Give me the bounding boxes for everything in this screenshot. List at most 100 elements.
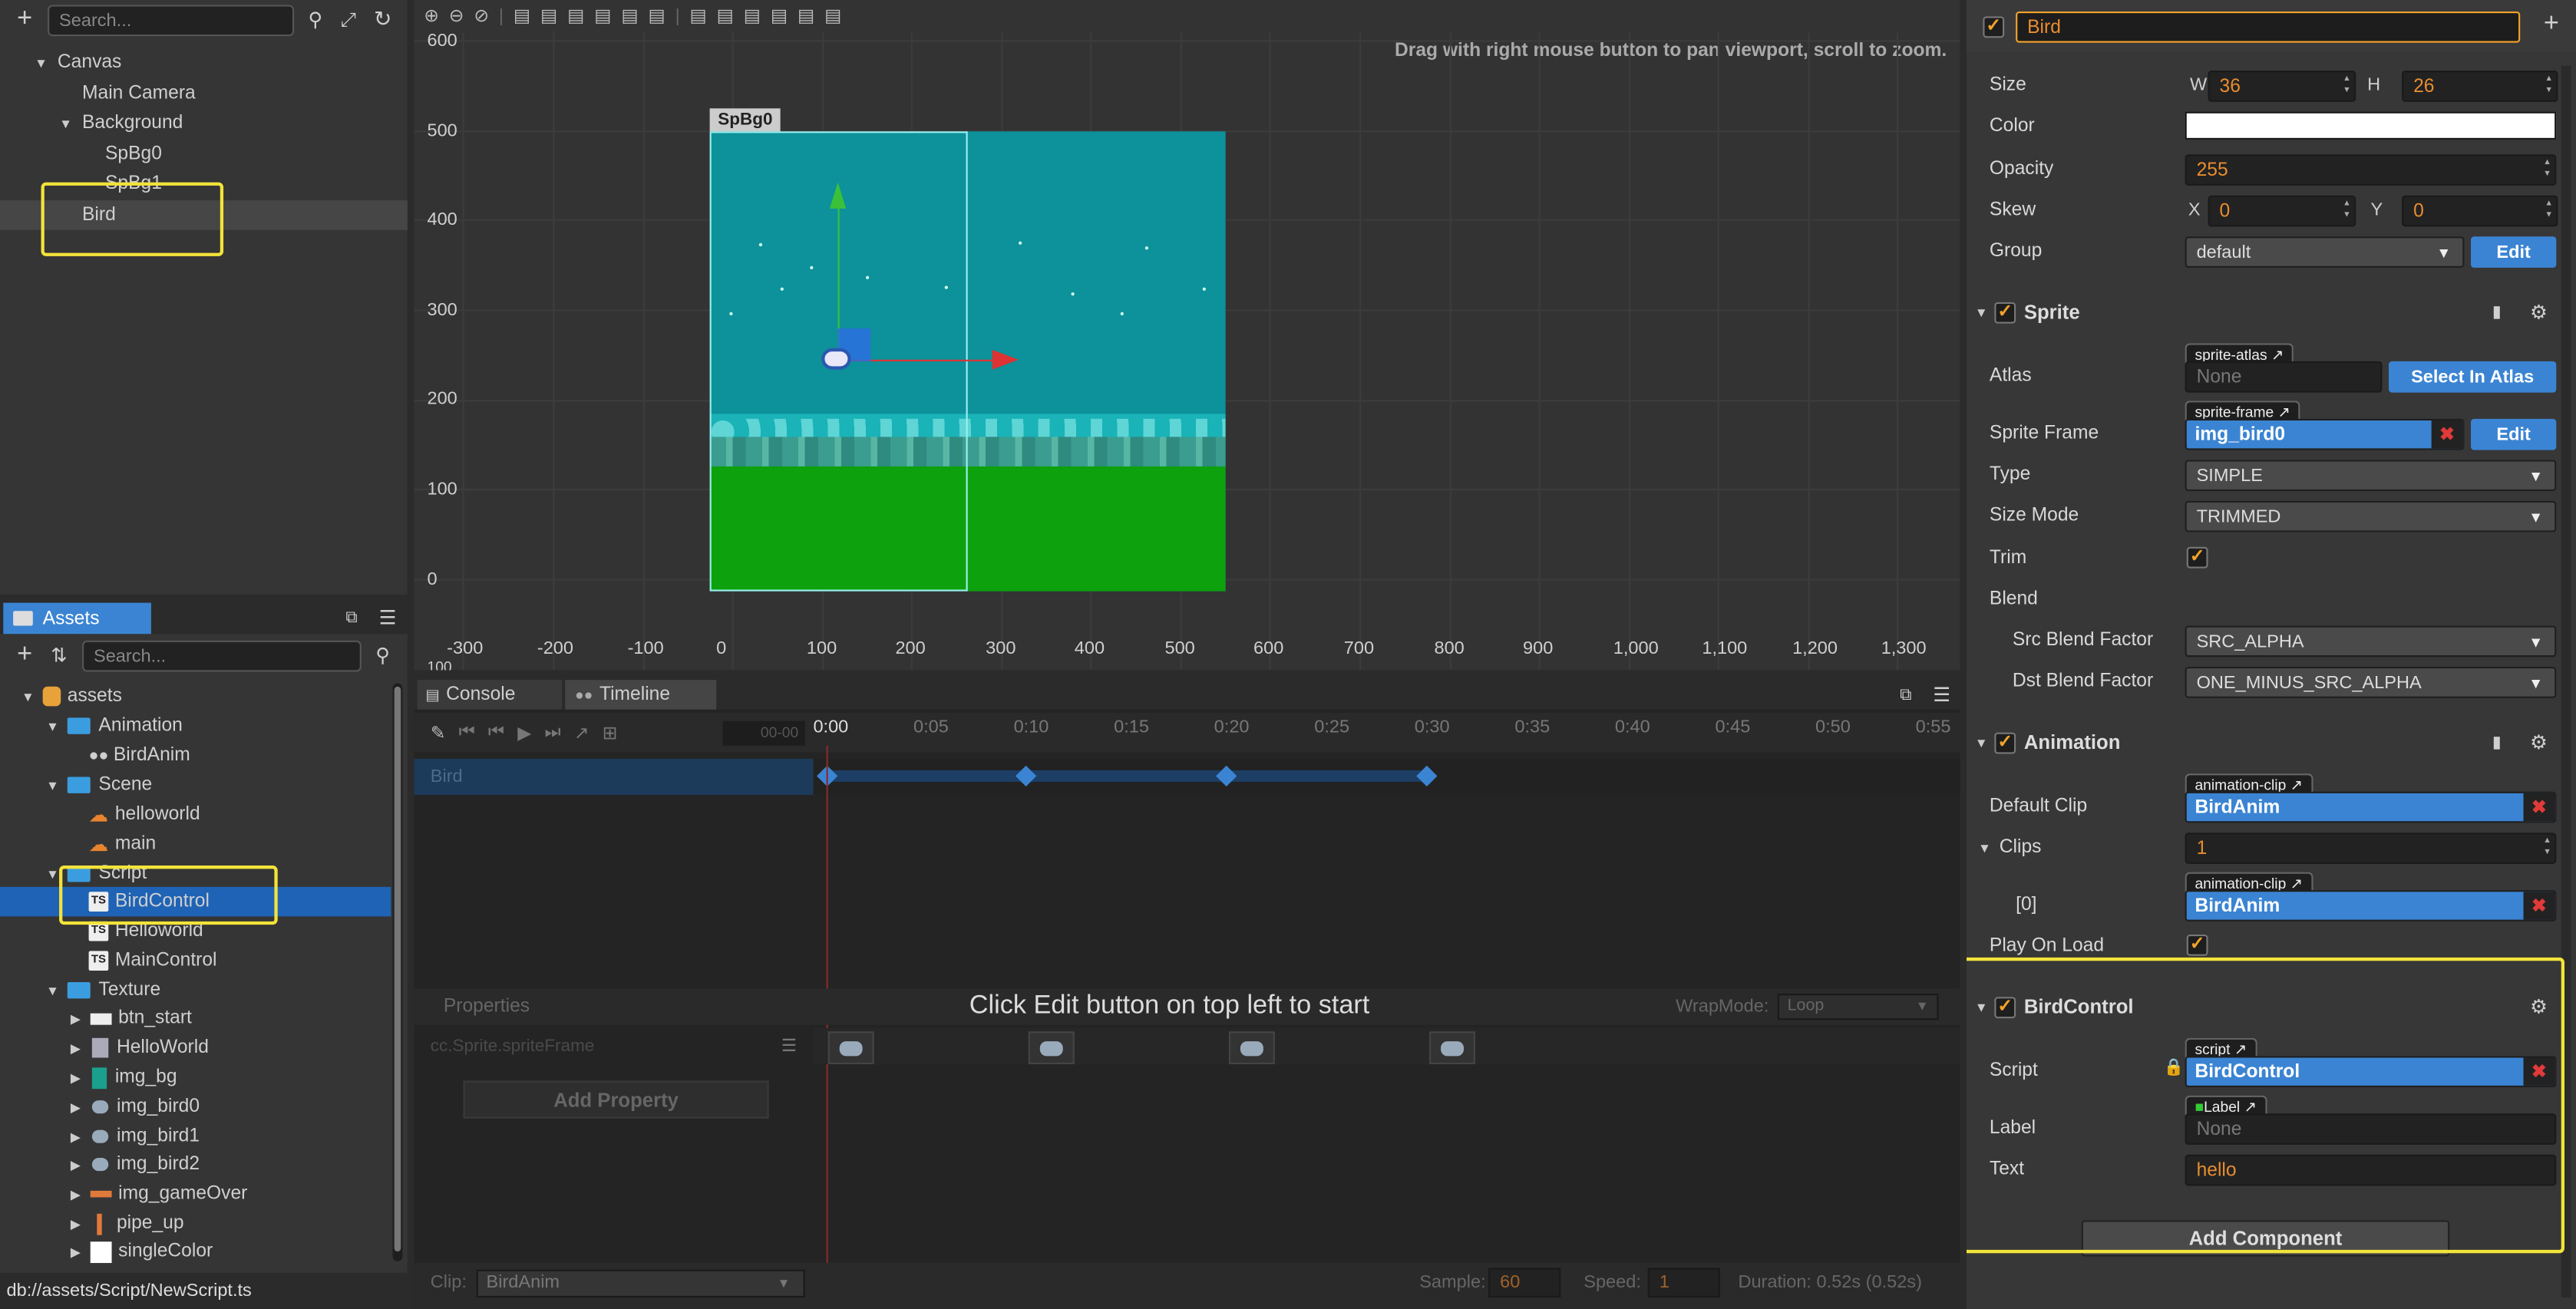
expand-arrow-icon[interactable]: ▶ — [68, 1157, 84, 1172]
help-book-icon[interactable]: ▮ — [2492, 303, 2502, 321]
clip-select[interactable]: BirdAnim ▼ — [476, 1269, 805, 1297]
next-frame-icon[interactable]: ⏭ — [545, 722, 561, 744]
tab-console[interactable]: ▤ Console — [417, 680, 562, 710]
maximize-icon[interactable]: ⧉ — [342, 606, 362, 629]
clear-icon[interactable]: ✖ — [2431, 420, 2463, 449]
expand-arrow-icon[interactable]: ▶ — [68, 1011, 84, 1025]
clear-icon[interactable]: ✖ — [2523, 793, 2555, 822]
node-name-input[interactable]: Bird — [2016, 11, 2521, 43]
tab-timeline[interactable]: ●● Timeline — [565, 680, 717, 710]
add-node-button[interactable]: + — [12, 5, 38, 35]
dst-blend-select[interactable]: ONE_MINUS_SRC_ALPHA ▼ — [2185, 667, 2557, 698]
tree-node-bird[interactable]: Bird — [0, 200, 408, 230]
expand-arrow-icon[interactable]: ▶ — [68, 1070, 84, 1085]
search-icon[interactable]: ⚲ — [304, 7, 327, 33]
expand-arrow-icon[interactable]: ▼ — [45, 718, 61, 733]
tree-node-spbg1[interactable]: SpBg1 — [0, 169, 408, 199]
menu-icon[interactable]: ☰ — [378, 606, 398, 629]
maximize-icon[interactable]: ⧉ — [1896, 683, 1916, 706]
scene-panel[interactable]: ⊕ ⊖ ⊘ | ▤ ▤ ▤ ▤ ▤ ▤ | ▤ ▤ ▤ ▤ ▤ ▤ Drag w… — [414, 0, 1960, 671]
asset-item[interactable]: ▶ img_bg — [0, 1063, 408, 1093]
label-ref-field[interactable]: None — [2185, 1113, 2557, 1145]
expand-arrow-icon[interactable]: ▼ — [1977, 841, 1993, 856]
time-ruler[interactable] — [813, 712, 1960, 753]
asset-item-selected[interactable]: TS BirdControl — [0, 886, 391, 917]
tree-node-background[interactable]: ▼ Background — [0, 108, 408, 138]
tree-node-main-camera[interactable]: Main Camera — [0, 79, 408, 109]
sprite-enabled-checkbox[interactable]: ✓ — [1994, 301, 2016, 323]
clips-count-input[interactable]: 1 ▲ ▼ — [2185, 833, 2557, 864]
asset-item[interactable]: ☁ main — [0, 829, 408, 859]
asset-item[interactable]: ●● BirdAnim — [0, 740, 408, 770]
asset-item[interactable]: ▶ img_bird0 — [0, 1092, 408, 1122]
asset-item[interactable]: ☁ helloworld — [0, 800, 408, 829]
frame-thumb[interactable] — [1228, 1031, 1275, 1065]
animation-component-header[interactable]: ▼ ✓ Animation ▮ ⚙ — [1967, 724, 2576, 760]
opacity-input[interactable]: 255 ▲ ▼ — [2185, 154, 2557, 186]
stepper-icon[interactable]: ▲ ▼ — [2545, 74, 2553, 97]
collapse-arrow-icon[interactable]: ▼ — [1973, 305, 1990, 319]
add-keyframe-icon[interactable]: ⊞ — [603, 722, 618, 744]
group-select[interactable]: default ▼ — [2185, 236, 2465, 268]
bird-sprite[interactable] — [821, 348, 851, 370]
gear-icon[interactable]: ⚙ — [2530, 995, 2548, 1018]
animation-enabled-checkbox[interactable]: ✓ — [1994, 731, 2016, 753]
menu-icon[interactable]: ☰ — [1932, 683, 1952, 706]
expand-arrow-icon[interactable]: ▼ — [45, 866, 61, 881]
stepper-icon[interactable]: ▲ ▼ — [2343, 74, 2351, 97]
expand-arrow-icon[interactable]: ▼ — [45, 778, 61, 793]
expand-arrow-icon[interactable]: ▼ — [20, 689, 36, 704]
skew-y-input[interactable]: 0 ▲ ▼ — [2402, 195, 2558, 227]
collapse-arrow-icon[interactable]: ▼ — [1973, 999, 1990, 1014]
track-row[interactable]: Bird — [414, 758, 814, 796]
expand-arrow-icon[interactable]: ▶ — [68, 1100, 84, 1114]
trim-checkbox[interactable]: ✓ — [2186, 546, 2208, 569]
expand-arrow-icon[interactable]: ▶ — [68, 1187, 84, 1202]
asset-item[interactable]: ▼ assets — [0, 681, 408, 711]
frame-thumb[interactable] — [1429, 1031, 1475, 1065]
assets-search-input[interactable]: Search... — [82, 640, 362, 672]
speed-input[interactable]: 1 — [1647, 1268, 1720, 1297]
asset-item[interactable]: ▶ img_bird2 — [0, 1149, 408, 1179]
prev-frame-icon[interactable]: ⏮ — [488, 722, 504, 744]
asset-item[interactable]: ▶ singleColor — [0, 1237, 408, 1267]
asset-item[interactable]: TS MainControl — [0, 946, 408, 976]
expand-arrow-icon[interactable]: ▼ — [45, 983, 61, 997]
gear-icon[interactable]: ⚙ — [2530, 731, 2548, 754]
expand-icon[interactable]: ⤢ — [337, 7, 360, 33]
property-row[interactable]: cc.Sprite.spriteFrame ☰ — [414, 1027, 814, 1065]
asset-item[interactable]: ▶ btn_start — [0, 1004, 408, 1034]
scrollbar[interactable] — [2561, 65, 2571, 1297]
add-asset-button[interactable]: + — [12, 641, 38, 671]
add-icon[interactable]: + — [2540, 10, 2563, 40]
expand-arrow-icon[interactable]: ▼ — [58, 116, 74, 130]
stepper-icon[interactable]: ▲ ▼ — [2545, 199, 2553, 222]
menu-icon[interactable]: ☰ — [781, 1037, 797, 1057]
collapse-arrow-icon[interactable]: ▼ — [1973, 735, 1990, 750]
sample-input[interactable]: 60 — [1488, 1268, 1561, 1297]
asset-item[interactable]: ▼ Animation — [0, 711, 408, 741]
default-clip-field[interactable]: BirdAnim ✖ — [2185, 791, 2557, 823]
hierarchy-search-input[interactable]: Search... — [48, 5, 295, 37]
stepper-icon[interactable]: ▲ ▼ — [2543, 157, 2551, 180]
src-blend-select[interactable]: SRC_ALPHA ▼ — [2185, 625, 2557, 658]
tree-node-canvas[interactable]: ▼ Canvas — [0, 48, 408, 77]
group-edit-button[interactable]: Edit — [2471, 236, 2557, 268]
asset-item[interactable]: ▶ pipe_up — [0, 1208, 408, 1238]
sprite-frame-edit-button[interactable]: Edit — [2471, 418, 2557, 450]
asset-item[interactable]: TS Helloworld — [0, 916, 408, 946]
size-h-input[interactable]: 26 ▲ ▼ — [2402, 71, 2558, 102]
asset-item[interactable]: ▶ img_bird1 — [0, 1122, 408, 1152]
play-icon[interactable]: ▶ — [517, 722, 531, 744]
tab-assets[interactable]: Assets — [3, 602, 151, 635]
add-component-button[interactable]: Add Component — [2081, 1220, 2450, 1257]
skew-x-input[interactable]: 0 ▲ ▼ — [2208, 195, 2356, 227]
size-mode-select[interactable]: TRIMMED ▼ — [2185, 500, 2557, 533]
expand-arrow-icon[interactable]: ▶ — [68, 1129, 84, 1144]
expand-arrow-icon[interactable]: ▶ — [68, 1216, 84, 1231]
clip-0-field[interactable]: BirdAnim ✖ — [2185, 890, 2557, 922]
birdcontrol-component-header[interactable]: ▼ ✓ BirdControl ⚙ — [1967, 989, 2576, 1025]
add-property-button[interactable]: Add Property — [463, 1080, 769, 1119]
sort-icon[interactable]: ⇅ — [48, 642, 71, 668]
gizmo-up-arrow[interactable] — [829, 182, 847, 209]
